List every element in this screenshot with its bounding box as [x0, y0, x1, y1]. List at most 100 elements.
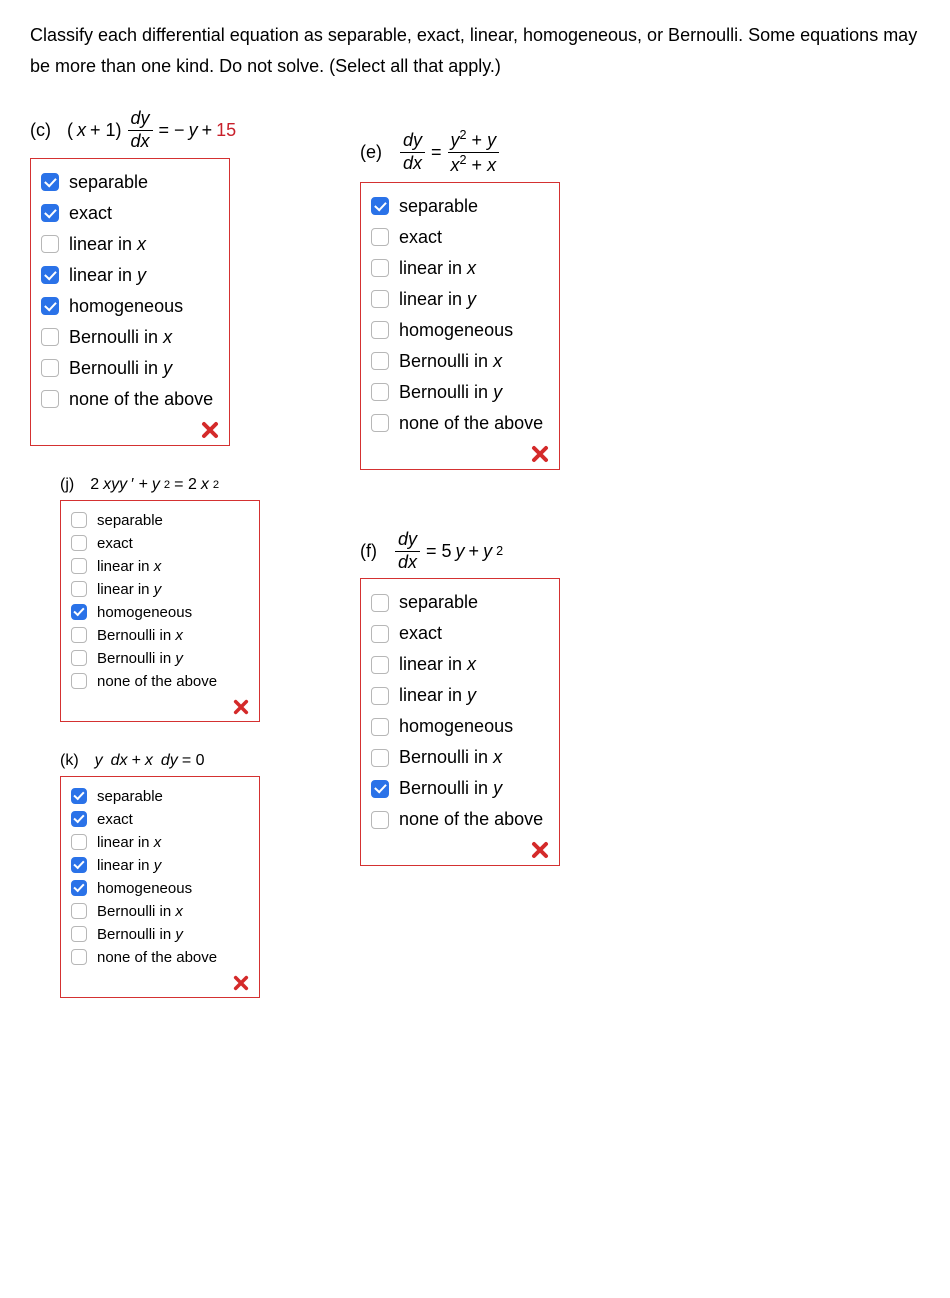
- checkbox-icon: [371, 352, 389, 370]
- opt-k-bernoulli-y[interactable]: Bernoulli in y: [71, 923, 249, 946]
- wrong-icon: [233, 975, 249, 991]
- checkbox-icon: [371, 780, 389, 798]
- checkbox-icon: [71, 903, 87, 919]
- checkbox-icon: [71, 581, 87, 597]
- checkbox-icon: [371, 718, 389, 736]
- checkbox-icon: [71, 949, 87, 965]
- checkbox-icon: [371, 749, 389, 767]
- label-j: (j): [60, 476, 74, 494]
- checkbox-icon: [41, 297, 59, 315]
- checkbox-icon: [371, 594, 389, 612]
- equation-e: (e) dydx = y2 + yx2 + x: [360, 129, 560, 176]
- checkbox-icon: [41, 390, 59, 408]
- opt-f-bernoulli-x[interactable]: Bernoulli in x: [371, 742, 549, 773]
- left-column: (c) (x + 1) dydx = −y + 15 separable exa…: [30, 109, 260, 1028]
- checkbox-icon: [41, 204, 59, 222]
- equation-j: (j) 2xyy′ + y2 = 2x2: [60, 476, 260, 494]
- opt-k-none[interactable]: none of the above: [71, 946, 249, 969]
- equation-k: (k) y dx + x dy = 0: [60, 752, 260, 770]
- checkbox-icon: [71, 926, 87, 942]
- opt-c-exact[interactable]: exact: [41, 198, 219, 229]
- checkbox-icon: [371, 321, 389, 339]
- right-column: (e) dydx = y2 + yx2 + x separable exact …: [360, 109, 560, 1028]
- opt-k-linear-y[interactable]: linear in y: [71, 854, 249, 877]
- opt-e-bernoulli-x[interactable]: Bernoulli in x: [371, 346, 549, 377]
- checkbox-icon: [41, 266, 59, 284]
- opt-j-linear-x[interactable]: linear in x: [71, 555, 249, 578]
- opt-f-bernoulli-y[interactable]: Bernoulli in y: [371, 773, 549, 804]
- checkbox-icon: [71, 627, 87, 643]
- opt-c-linear-y[interactable]: linear in y: [41, 260, 219, 291]
- opt-c-none[interactable]: none of the above: [41, 384, 219, 415]
- checkbox-icon: [371, 259, 389, 277]
- wrong-icon: [233, 699, 249, 715]
- opt-j-exact[interactable]: exact: [71, 532, 249, 555]
- checkbox-icon: [41, 328, 59, 346]
- answers-f: separable exact linear in x linear in y …: [360, 578, 560, 866]
- question-c: (c) (x + 1) dydx = −y + 15 separable exa…: [30, 109, 260, 446]
- opt-k-exact[interactable]: exact: [71, 808, 249, 831]
- opt-f-linear-x[interactable]: linear in x: [371, 649, 549, 680]
- wrong-icon: [531, 841, 549, 859]
- wrong-icon: [531, 445, 549, 463]
- opt-e-homogeneous[interactable]: homogeneous: [371, 315, 549, 346]
- opt-f-exact[interactable]: exact: [371, 618, 549, 649]
- checkbox-icon: [71, 811, 87, 827]
- opt-k-homogeneous[interactable]: homogeneous: [71, 877, 249, 900]
- opt-e-exact[interactable]: exact: [371, 222, 549, 253]
- opt-c-bernoulli-y[interactable]: Bernoulli in y: [41, 353, 219, 384]
- opt-f-separable[interactable]: separable: [371, 587, 549, 618]
- opt-k-bernoulli-x[interactable]: Bernoulli in x: [71, 900, 249, 923]
- opt-e-separable[interactable]: separable: [371, 191, 549, 222]
- checkbox-icon: [371, 228, 389, 246]
- opt-k-linear-x[interactable]: linear in x: [71, 831, 249, 854]
- checkbox-icon: [71, 857, 87, 873]
- question-k: (k) y dx + x dy = 0 separable exact line…: [60, 752, 260, 998]
- checkbox-icon: [371, 197, 389, 215]
- opt-j-none[interactable]: none of the above: [71, 670, 249, 693]
- question-j: (j) 2xyy′ + y2 = 2x2 separable exact lin…: [60, 476, 260, 722]
- answers-j: separable exact linear in x linear in y …: [60, 500, 260, 722]
- label-k: (k): [60, 752, 79, 770]
- opt-c-bernoulli-x[interactable]: Bernoulli in x: [41, 322, 219, 353]
- question-f: (f) dydx = 5y + y2 separable exact linea…: [360, 530, 560, 867]
- opt-k-separable[interactable]: separable: [71, 785, 249, 808]
- label-e: (e): [360, 142, 382, 163]
- checkbox-icon: [71, 880, 87, 896]
- equation-f: (f) dydx = 5y + y2: [360, 530, 560, 573]
- opt-j-bernoulli-y[interactable]: Bernoulli in y: [71, 647, 249, 670]
- equation-c: (c) (x + 1) dydx = −y + 15: [30, 109, 260, 152]
- checkbox-icon: [71, 788, 87, 804]
- opt-j-linear-y[interactable]: linear in y: [71, 578, 249, 601]
- opt-c-homogeneous[interactable]: homogeneous: [41, 291, 219, 322]
- checkbox-icon: [371, 687, 389, 705]
- checkbox-icon: [71, 558, 87, 574]
- label-f: (f): [360, 541, 377, 562]
- opt-e-linear-y[interactable]: linear in y: [371, 284, 549, 315]
- opt-f-homogeneous[interactable]: homogeneous: [371, 711, 549, 742]
- answers-e: separable exact linear in x linear in y …: [360, 182, 560, 470]
- label-c: (c): [30, 120, 51, 141]
- answers-c: separable exact linear in x linear in y …: [30, 158, 230, 446]
- opt-f-linear-y[interactable]: linear in y: [371, 680, 549, 711]
- checkbox-icon: [71, 834, 87, 850]
- opt-e-none[interactable]: none of the above: [371, 408, 549, 439]
- wrong-icon: [201, 421, 219, 439]
- checkbox-icon: [71, 512, 87, 528]
- checkbox-icon: [41, 173, 59, 191]
- opt-j-bernoulli-x[interactable]: Bernoulli in x: [71, 624, 249, 647]
- opt-f-none[interactable]: none of the above: [371, 804, 549, 835]
- opt-j-homogeneous[interactable]: homogeneous: [71, 601, 249, 624]
- checkbox-icon: [371, 290, 389, 308]
- opt-j-separable[interactable]: separable: [71, 509, 249, 532]
- checkbox-icon: [71, 535, 87, 551]
- checkbox-icon: [371, 625, 389, 643]
- opt-e-bernoulli-y[interactable]: Bernoulli in y: [371, 377, 549, 408]
- answers-k: separable exact linear in x linear in y …: [60, 776, 260, 998]
- opt-c-separable[interactable]: separable: [41, 167, 219, 198]
- checkbox-icon: [371, 414, 389, 432]
- question-e: (e) dydx = y2 + yx2 + x separable exact …: [360, 129, 560, 470]
- opt-c-linear-x[interactable]: linear in x: [41, 229, 219, 260]
- checkbox-icon: [371, 383, 389, 401]
- opt-e-linear-x[interactable]: linear in x: [371, 253, 549, 284]
